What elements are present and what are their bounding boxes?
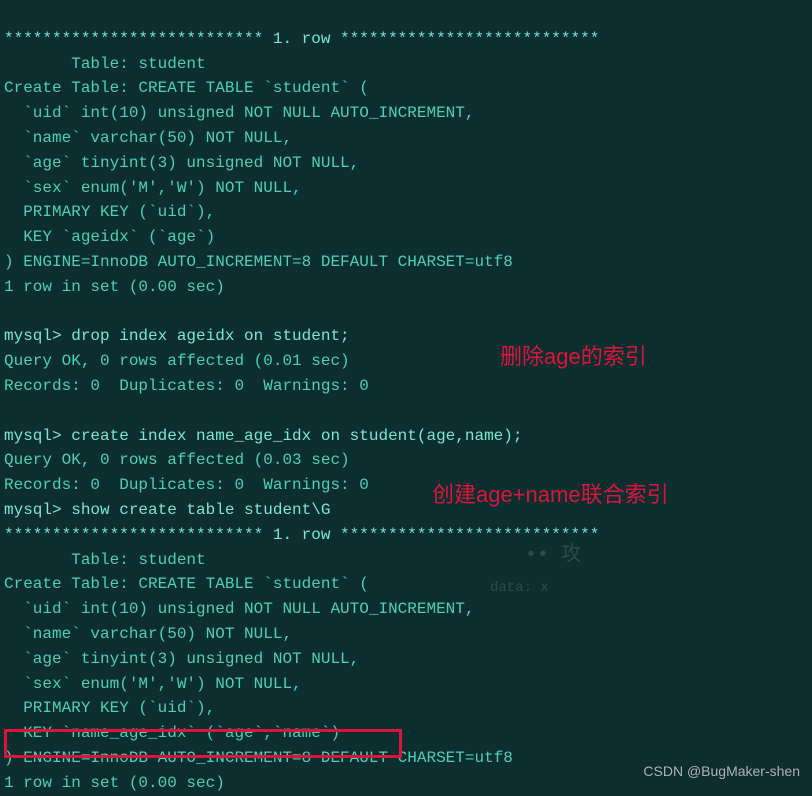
column-uid: `uid` int(10) unsigned NOT NULL AUTO_INC… (4, 600, 474, 618)
watermark: CSDN @BugMaker-shen (643, 761, 800, 783)
column-sex: `sex` enum('M','W') NOT NULL, (4, 675, 302, 693)
key-ageidx-line: KEY `ageidx` (`age`) (4, 228, 215, 246)
mysql-drop-index[interactable]: mysql> drop index ageidx on student; (4, 327, 350, 345)
annotation-delete-index: 删除age的索引 (500, 340, 647, 374)
create-table-line: Create Table: CREATE TABLE `student` ( (4, 79, 369, 97)
table-name-line: Table: student (4, 551, 206, 569)
create-table-line: Create Table: CREATE TABLE `student` ( (4, 575, 369, 593)
engine-line: ) ENGINE=InnoDB AUTO_INCREMENT=8 DEFAULT… (4, 749, 513, 767)
column-age: `age` tinyint(3) unsigned NOT NULL, (4, 154, 359, 172)
column-name: `name` varchar(50) NOT NULL, (4, 625, 292, 643)
table-name-line: Table: student (4, 55, 206, 73)
primary-key-line: PRIMARY KEY (`uid`), (4, 699, 215, 717)
column-name: `name` varchar(50) NOT NULL, (4, 129, 292, 147)
row-separator: *************************** 1. row *****… (4, 526, 599, 544)
rowset-line: 1 row in set (0.00 sec) (4, 774, 225, 792)
records-line: Records: 0 Duplicates: 0 Warnings: 0 (4, 377, 369, 395)
column-age: `age` tinyint(3) unsigned NOT NULL, (4, 650, 359, 668)
primary-key-line: PRIMARY KEY (`uid`), (4, 203, 215, 221)
column-sex: `sex` enum('M','W') NOT NULL, (4, 179, 302, 197)
engine-line: ) ENGINE=InnoDB AUTO_INCREMENT=8 DEFAULT… (4, 253, 513, 271)
key-name-age-idx-line: KEY `name_age_idx` (`age`,`name`) (4, 724, 340, 742)
mysql-create-index[interactable]: mysql> create index name_age_idx on stud… (4, 427, 522, 445)
query-ok-line: Query OK, 0 rows affected (0.03 sec) (4, 451, 350, 469)
column-uid: `uid` int(10) unsigned NOT NULL AUTO_INC… (4, 104, 474, 122)
mysql-show-create[interactable]: mysql> show create table student\G (4, 501, 330, 519)
records-line: Records: 0 Duplicates: 0 Warnings: 0 (4, 476, 369, 494)
row-separator: *************************** 1. row *****… (4, 30, 599, 48)
query-ok-line: Query OK, 0 rows affected (0.01 sec) (4, 352, 350, 370)
terminal-output: *************************** 1. row *****… (4, 2, 808, 796)
rowset-line: 1 row in set (0.00 sec) (4, 278, 225, 296)
annotation-create-index: 创建age+name联合索引 (432, 478, 669, 512)
